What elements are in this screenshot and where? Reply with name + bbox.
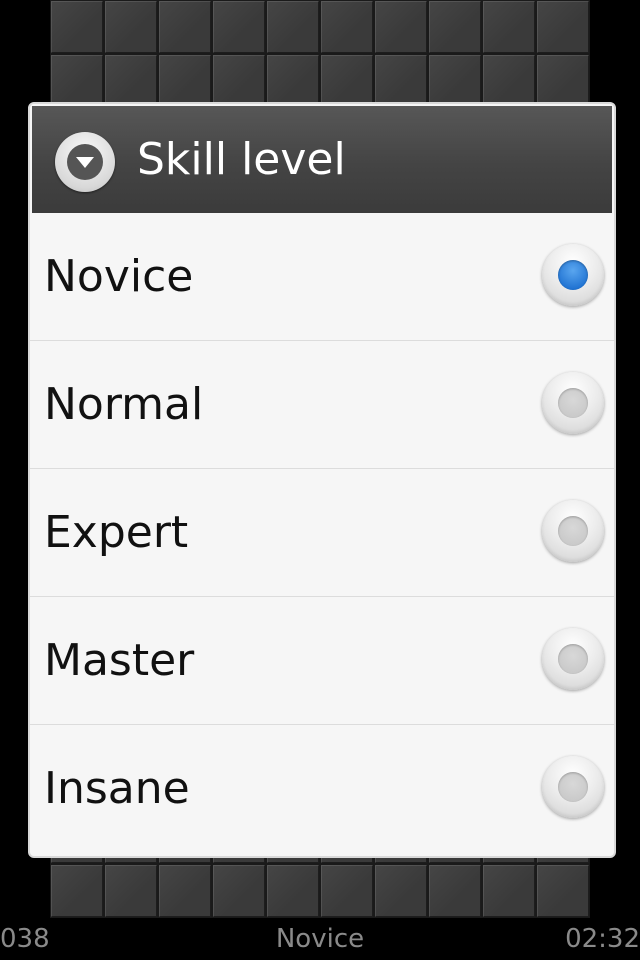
chevron-down-icon-bg bbox=[67, 144, 103, 180]
option-insane[interactable]: Insane bbox=[30, 725, 614, 853]
option-normal[interactable]: Normal bbox=[30, 341, 614, 469]
radio-button[interactable] bbox=[542, 372, 604, 434]
board-tile bbox=[482, 54, 536, 108]
board-tile bbox=[266, 0, 320, 54]
status-skill-level: Novice bbox=[275, 924, 365, 954]
option-label: Master bbox=[44, 635, 195, 686]
option-label: Expert bbox=[44, 507, 189, 558]
skill-level-dialog: Skill level Novice Normal Expert Master … bbox=[28, 102, 616, 858]
board-tile bbox=[50, 864, 104, 918]
radio-indicator bbox=[558, 644, 588, 674]
radio-indicator bbox=[558, 388, 588, 418]
radio-button[interactable] bbox=[542, 244, 604, 306]
board-tile bbox=[482, 864, 536, 918]
board-tile bbox=[374, 0, 428, 54]
status-timer: 02:32 bbox=[565, 924, 640, 954]
board-tile bbox=[428, 864, 482, 918]
board-tile bbox=[536, 0, 590, 54]
dialog-header: Skill level bbox=[32, 106, 612, 213]
board-tile bbox=[320, 54, 374, 108]
status-count: 038 bbox=[0, 924, 50, 954]
board-tile bbox=[158, 864, 212, 918]
board-tile bbox=[536, 864, 590, 918]
option-expert[interactable]: Expert bbox=[30, 469, 614, 597]
board-tile bbox=[158, 54, 212, 108]
board-tile bbox=[212, 864, 266, 918]
option-master[interactable]: Master bbox=[30, 597, 614, 725]
board-tile bbox=[374, 864, 428, 918]
board-tile bbox=[104, 864, 158, 918]
option-label: Normal bbox=[44, 379, 204, 430]
board-tile bbox=[536, 54, 590, 108]
board-tile bbox=[266, 54, 320, 108]
chevron-down-icon bbox=[76, 157, 94, 168]
board-tile bbox=[104, 0, 158, 54]
radio-indicator bbox=[558, 516, 588, 546]
board-tile bbox=[482, 0, 536, 54]
board-tile bbox=[50, 54, 104, 108]
board-tile bbox=[428, 0, 482, 54]
option-novice[interactable]: Novice bbox=[30, 213, 614, 341]
board-tile bbox=[320, 0, 374, 54]
board-tile bbox=[158, 0, 212, 54]
option-label: Novice bbox=[44, 251, 194, 302]
option-label: Insane bbox=[44, 763, 190, 814]
screen: Skill level Novice Normal Expert Master … bbox=[0, 0, 640, 960]
board-tile bbox=[374, 54, 428, 108]
board-tile bbox=[212, 0, 266, 54]
dialog-title: Skill level bbox=[137, 134, 346, 185]
board-tile bbox=[320, 864, 374, 918]
options-list: Novice Normal Expert Master Insane bbox=[30, 213, 614, 853]
radio-indicator bbox=[558, 772, 588, 802]
board-tile bbox=[266, 864, 320, 918]
radio-indicator bbox=[558, 260, 588, 290]
status-bar: Novice 038 02:32 bbox=[0, 918, 640, 960]
board-tile bbox=[212, 54, 266, 108]
radio-button[interactable] bbox=[542, 628, 604, 690]
radio-button[interactable] bbox=[542, 756, 604, 818]
chevron-down-circle-icon[interactable] bbox=[55, 132, 115, 192]
radio-button[interactable] bbox=[542, 500, 604, 562]
board-tile bbox=[50, 0, 104, 54]
board-tile bbox=[428, 54, 482, 108]
board-tile bbox=[104, 54, 158, 108]
